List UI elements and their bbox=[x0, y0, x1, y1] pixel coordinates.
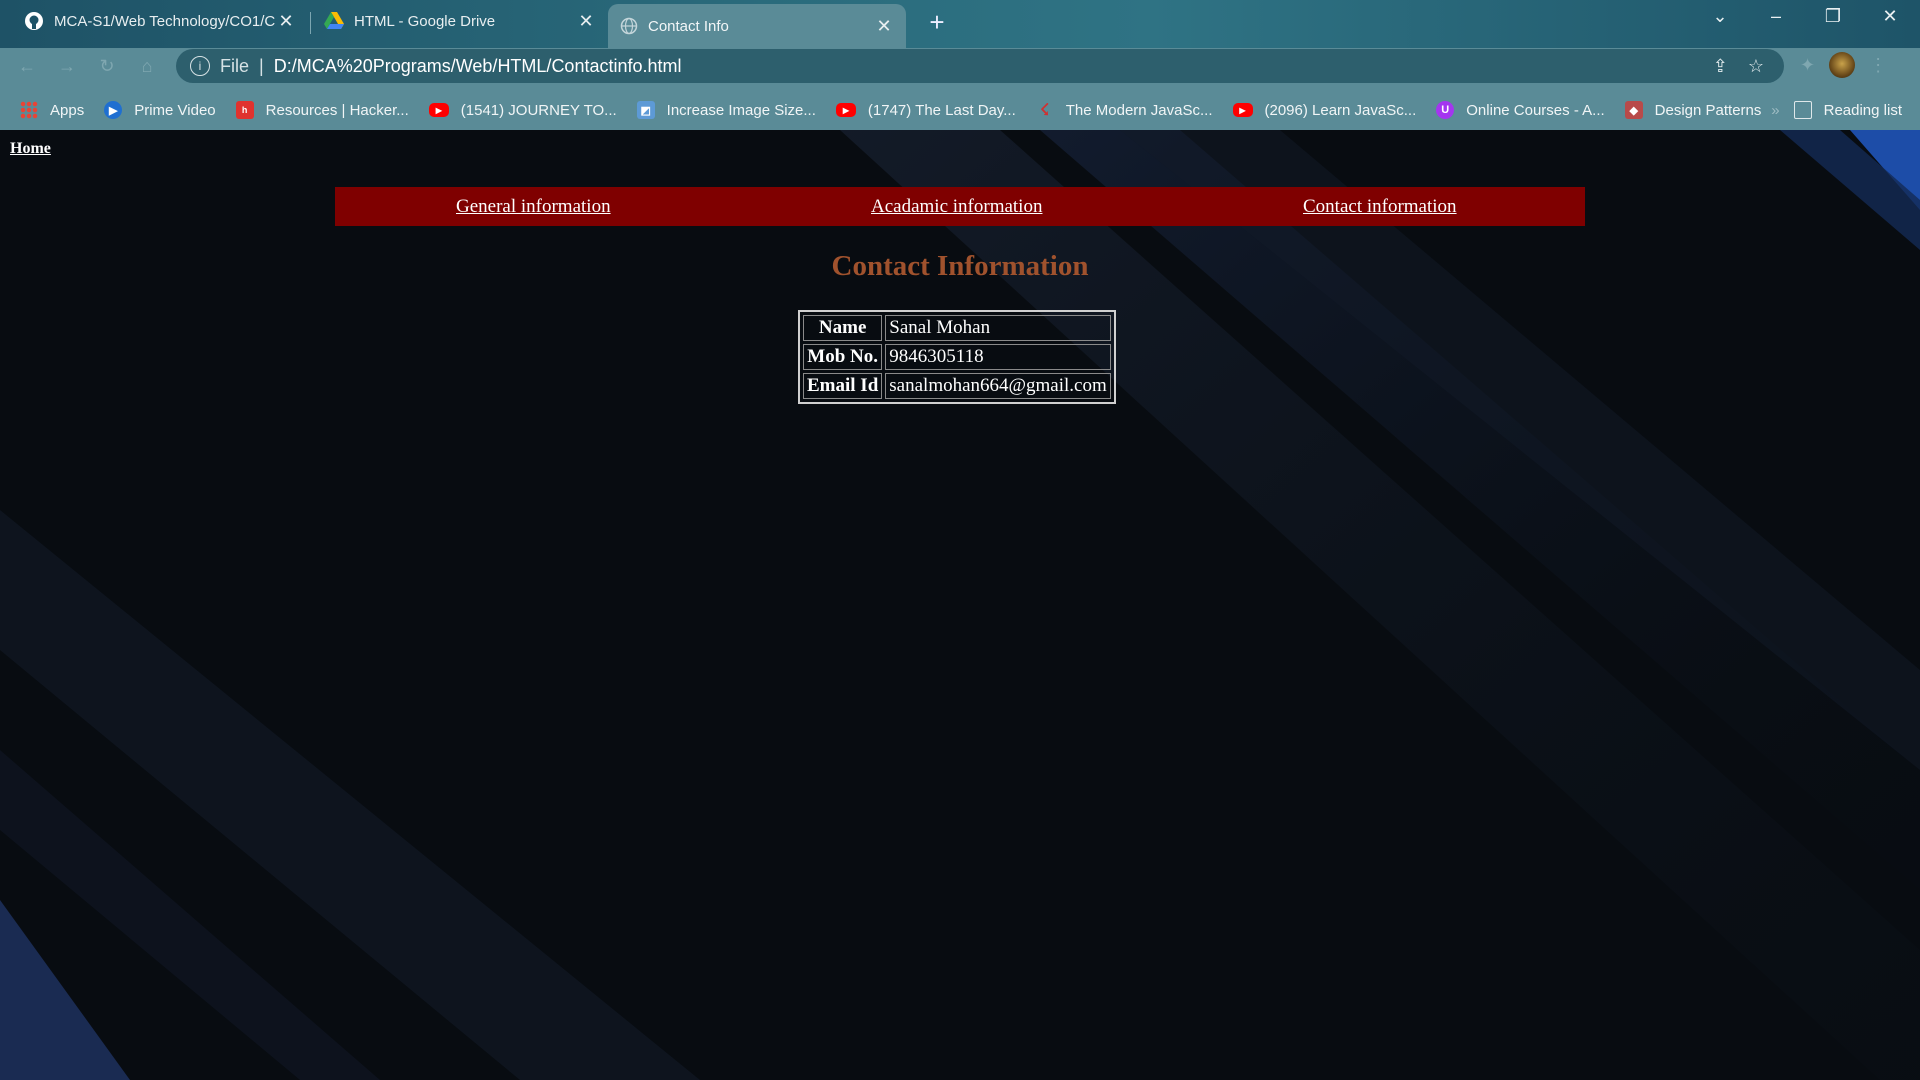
youtube-icon: ▶ bbox=[428, 103, 449, 117]
back-icon[interactable]: ← bbox=[12, 56, 42, 77]
site-info-icon[interactable]: i bbox=[190, 56, 210, 76]
new-tab-button[interactable]: + bbox=[921, 6, 953, 38]
tab-contact-info[interactable]: Contact Info ✕ bbox=[608, 4, 906, 48]
forward-icon[interactable]: → bbox=[52, 56, 82, 77]
home-link[interactable]: Home bbox=[10, 140, 51, 158]
row-value-name: Sanal Mohan bbox=[885, 315, 1111, 341]
github-icon bbox=[25, 12, 43, 30]
hackerrank-icon: h bbox=[235, 101, 254, 119]
modern-js-icon: ☇ bbox=[1040, 102, 1050, 119]
tab-separator bbox=[310, 12, 311, 34]
image-icon: ◩ bbox=[636, 101, 655, 119]
row-value-email: sanalmohan664@gmail.com bbox=[885, 373, 1111, 399]
prime-video-icon: ▶ bbox=[104, 101, 123, 119]
row-label-email: Email Id bbox=[803, 373, 883, 399]
apps-grid-icon bbox=[20, 101, 38, 119]
tab-label: HTML - Google Drive bbox=[354, 12, 496, 30]
home-icon[interactable]: ⌂ bbox=[132, 56, 162, 77]
close-icon[interactable]: ✕ bbox=[576, 11, 596, 32]
youtube-icon: ▶ bbox=[1232, 103, 1253, 117]
row-label-name: Name bbox=[803, 315, 883, 341]
table-row: Mob No. 9846305118 bbox=[803, 344, 1111, 370]
row-value-mobile: 9846305118 bbox=[885, 344, 1111, 370]
globe-icon bbox=[620, 17, 638, 35]
extensions-icon[interactable]: ✦ bbox=[1800, 55, 1815, 76]
design-patterns-icon: ◆ bbox=[1624, 101, 1643, 119]
bookmark-youtube-1[interactable]: ▶ (1541) JOURNEY TO... bbox=[428, 101, 617, 119]
bookmark-label: Online Courses - A... bbox=[1466, 101, 1605, 119]
page-title: Contact Information bbox=[831, 250, 1089, 282]
restore-icon[interactable]: ❐ bbox=[1813, 6, 1853, 27]
minimize-icon[interactable]: – bbox=[1756, 6, 1796, 27]
tab-google-drive[interactable]: HTML - Google Drive ✕ bbox=[312, 0, 608, 42]
bookmark-hackerrank[interactable]: h Resources | Hacker... bbox=[235, 101, 409, 119]
tab-label: Contact Info bbox=[648, 17, 729, 35]
bookmark-label: Apps bbox=[50, 101, 85, 119]
nav-contact-information[interactable]: Contact information bbox=[1303, 196, 1457, 218]
row-label-mobile: Mob No. bbox=[803, 344, 883, 370]
bookmark-image-resize[interactable]: ◩ Increase Image Size... bbox=[636, 101, 816, 119]
tab-search-icon[interactable]: ⌄ bbox=[1700, 6, 1740, 27]
bookmark-label: (1747) The Last Day... bbox=[867, 101, 1016, 119]
tab-strip: MCA-S1/Web Technology/CO1/C ✕ HTML - Goo… bbox=[0, 0, 1920, 48]
share-icon[interactable]: ⇪ bbox=[1713, 56, 1728, 77]
bookmark-label: The Modern JavaSc... bbox=[1065, 101, 1213, 119]
table-row: Name Sanal Mohan bbox=[803, 315, 1111, 341]
menu-icon[interactable]: ⋮ bbox=[1869, 55, 1887, 76]
toolbar: ← → ↻ ⌂ i File | D:/MCA%20Programs/Web/H… bbox=[0, 48, 1920, 130]
bookmark-apps[interactable]: Apps bbox=[20, 101, 84, 119]
bookmark-label: (2096) Learn JavaSc... bbox=[1264, 101, 1417, 119]
close-icon[interactable]: ✕ bbox=[874, 16, 894, 37]
profile-avatar[interactable] bbox=[1829, 52, 1856, 78]
page-viewport: Home General information Acadamic inform… bbox=[0, 130, 1920, 1080]
bookmark-label: (1541) JOURNEY TO... bbox=[460, 101, 617, 119]
window-close-icon[interactable]: ✕ bbox=[1870, 6, 1910, 27]
bookmark-label: Resources | Hacker... bbox=[265, 101, 409, 119]
bookmark-prime-video[interactable]: ▶ Prime Video bbox=[104, 101, 216, 119]
section-nav-bar: General information Acadamic information… bbox=[335, 187, 1585, 226]
bookmark-label: Design Patterns bbox=[1654, 101, 1762, 119]
address-bar[interactable]: i File | D:/MCA%20Programs/Web/HTML/Cont… bbox=[176, 49, 1784, 83]
url-text[interactable]: D:/MCA%20Programs/Web/HTML/Contactinfo.h… bbox=[274, 56, 682, 77]
bookmark-label: Increase Image Size... bbox=[666, 101, 816, 119]
reading-list-icon bbox=[1793, 101, 1812, 119]
bookmark-star-icon[interactable]: ☆ bbox=[1748, 56, 1764, 77]
reading-list-label: Reading list bbox=[1823, 101, 1902, 119]
bookmark-udemy[interactable]: U Online Courses - A... bbox=[1436, 101, 1605, 119]
google-drive-icon bbox=[324, 12, 344, 29]
contact-table: Name Sanal Mohan Mob No. 9846305118 Emai… bbox=[798, 310, 1116, 404]
reading-list[interactable]: Reading list bbox=[1793, 101, 1902, 119]
bookmark-youtube-3[interactable]: ▶ (2096) Learn JavaSc... bbox=[1232, 101, 1417, 119]
bookmark-youtube-2[interactable]: ▶ (1747) The Last Day... bbox=[835, 101, 1016, 119]
tab-label: MCA-S1/Web Technology/CO1/C bbox=[54, 12, 276, 30]
bookmark-modern-js[interactable]: ☇ The Modern JavaSc... bbox=[1036, 101, 1213, 120]
url-divider: | bbox=[259, 55, 264, 76]
nav-general-information[interactable]: General information bbox=[456, 196, 611, 218]
youtube-icon: ▶ bbox=[835, 103, 856, 117]
close-icon[interactable]: ✕ bbox=[276, 11, 296, 32]
bookmark-label: Prime Video bbox=[134, 101, 216, 119]
url-scheme: File bbox=[220, 55, 250, 76]
bookmarks-bar: Apps ▶ Prime Video h Resources | Hacker.… bbox=[0, 90, 1920, 130]
reload-icon[interactable]: ↻ bbox=[92, 56, 122, 77]
bookmarks-overflow-icon[interactable]: » bbox=[1771, 102, 1779, 119]
tab-github[interactable]: MCA-S1/Web Technology/CO1/C ✕ bbox=[12, 0, 308, 42]
nav-academic-information[interactable]: Acadamic information bbox=[871, 196, 1042, 218]
table-row: Email Id sanalmohan664@gmail.com bbox=[803, 373, 1111, 399]
udemy-icon: U bbox=[1436, 101, 1455, 119]
bookmark-design-patterns[interactable]: ◆ Design Patterns bbox=[1624, 101, 1762, 119]
